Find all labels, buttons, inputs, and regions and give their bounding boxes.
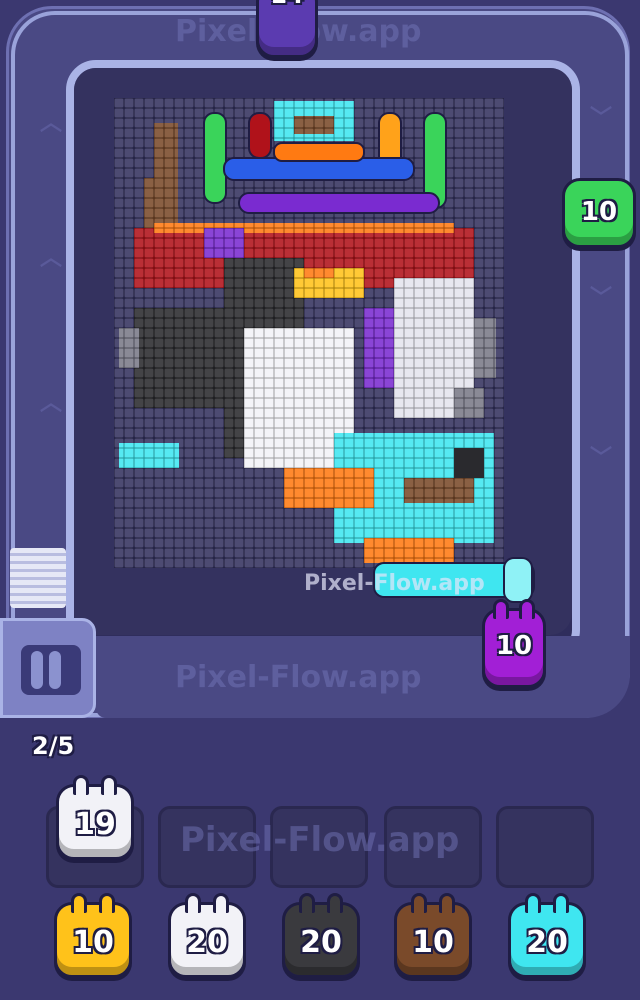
chevron-down-icon: ﹀ (590, 106, 613, 131)
waiting-character-black[interactable]: 20 (282, 893, 360, 978)
queued-character-white[interactable]: 19 (56, 775, 134, 860)
progress-counter: 2/5 (32, 732, 75, 760)
waiting-character-brown[interactable]: 10 (394, 893, 472, 978)
waiting-character-white[interactable]: 20 (168, 893, 246, 978)
chevron-down-icon: ﹀ (590, 446, 613, 471)
dock-opening (21, 645, 81, 695)
dock-roller (31, 651, 43, 689)
track-character-green[interactable]: 10 (562, 178, 636, 248)
board-watermark: Pixel-Flow.app (304, 571, 485, 596)
track-watermark-lower: Pixel-Flow.app (175, 660, 422, 695)
launch-dock[interactable] (0, 618, 96, 718)
pixel-artwork (114, 98, 535, 603)
waiting-character-cyan[interactable]: 20 (508, 893, 586, 978)
queue-watermark: Pixel-Flow.app (180, 820, 460, 860)
chevron-down-icon: ﹀ (590, 286, 613, 311)
chevron-up-icon: ︿ (40, 246, 63, 271)
entry-ramp (10, 548, 66, 608)
queue-slot-5[interactable] (496, 806, 594, 888)
dock-roller (49, 651, 61, 689)
chevron-up-icon: ︿ (40, 391, 63, 416)
pixel-board: Pixel-Flow.app (74, 68, 572, 635)
chevron-up-icon: ︿ (40, 111, 63, 136)
waiting-character-yellow[interactable]: 10 (54, 893, 132, 978)
track-character-purple[interactable]: 10 (482, 599, 546, 688)
track-character-purple[interactable]: 14 (256, 0, 318, 58)
